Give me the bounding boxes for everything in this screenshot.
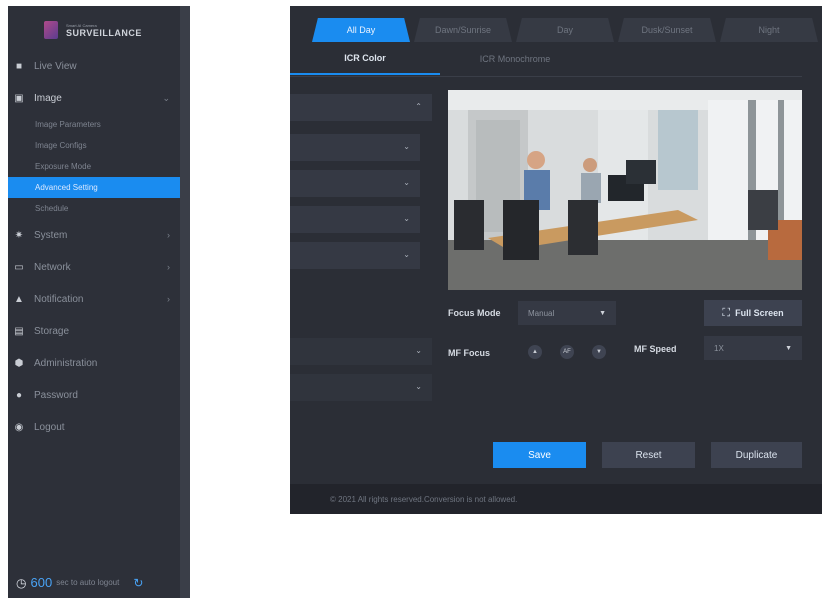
chevron-right-icon: › [167,294,170,304]
sidebar-item-label: Administration [34,357,98,369]
auto-logout-seconds: 600 [30,575,53,590]
duplicate-button[interactable]: Duplicate [711,442,802,468]
chevron-right-icon: › [167,230,170,240]
logo: Smart AI Camera SURVEILLANCE [44,16,164,44]
sidebar: Smart AI Camera SURVEILLANCE ■ Live View… [8,6,190,598]
tab-dawn-sunrise[interactable]: Dawn/Sunrise [414,18,512,42]
image-icon: ▣ [14,92,24,104]
chevron-down-icon: ⌄ [403,142,410,151]
sidebar-subitem-image-configs[interactable]: Image Configs [8,135,180,156]
tab-day[interactable]: Day [516,18,614,42]
office-scene-image [448,90,802,290]
tab-dusk-sunset[interactable]: Dusk/Sunset [618,18,716,42]
expand-icon: ⛶ [722,306,731,319]
subtab-icr-color[interactable]: ICR Color [290,42,440,75]
full-screen-button[interactable]: ⛶ Full Screen [704,300,802,326]
autofocus-button[interactable]: AF [560,345,574,359]
sidebar-item-label: Image [34,92,62,104]
caret-down-icon: ▼ [599,309,606,317]
tab-night[interactable]: Night [720,18,818,42]
storage-icon: ▤ [14,325,24,337]
copyright-text: © 2021 All rights reserved.Conversion is… [330,494,518,504]
logo-mark-icon [44,21,58,39]
sidebar-item-label: Network [34,261,71,273]
save-button[interactable]: Save [493,442,586,468]
focus-far-button[interactable]: ▼ [592,345,606,359]
sidebar-item-image[interactable]: ▣ Image ⌄ [8,82,180,114]
auto-logout-timer: ◷ 600 sec to auto logout ↻ [16,575,143,590]
sidebar-subitem-image-parameters[interactable]: Image Parameters [8,114,180,135]
sidebar-item-network[interactable]: ▭ Network › [8,251,180,283]
chevron-down-icon: ⌄ [415,382,422,391]
timer-icon: ◷ [16,575,27,590]
focus-mode-select[interactable]: Manual ▼ [518,301,616,325]
gear-icon: ✷ [14,229,24,241]
sidebar-subitem-schedule[interactable]: Schedule [8,198,180,219]
refresh-icon[interactable]: ↻ [133,576,143,590]
chevron-down-icon: ⌄ [415,346,422,355]
setting-dropdown-4[interactable]: ⌄ [290,242,420,269]
chevron-down-icon: ⌄ [403,178,410,187]
sidebar-item-label: Notification [34,293,84,305]
shield-icon: ⬢ [14,357,24,369]
main-panel: All Day Dawn/Sunrise Day Dusk/Sunset Nig… [290,6,822,514]
footer: © 2021 All rights reserved.Conversion is… [290,484,822,514]
sidebar-item-administration[interactable]: ⬢ Administration [8,347,180,379]
sidebar-item-label: Logout [34,421,65,433]
subtab-icr-monochrome[interactable]: ICR Monochrome [440,42,590,75]
setting-dropdown-1[interactable]: ⌄ [290,134,420,161]
sidebar-item-notification[interactable]: ▲ Notification › [8,283,180,315]
user-icon: ● [15,389,23,401]
sidebar-item-label: Password [34,389,78,401]
setting-dropdown-2[interactable]: ⌄ [290,170,420,197]
bell-icon: ▲ [14,293,24,305]
sidebar-item-label: Storage [34,325,70,337]
reset-button[interactable]: Reset [602,442,695,468]
sidebar-item-password[interactable]: ● Password [8,379,180,411]
caret-down-icon: ▼ [785,344,792,352]
sidebar-scroll-edge [180,6,190,598]
chevron-up-icon: ⌃ [415,102,422,111]
auto-logout-text: sec to auto logout [56,578,120,587]
mf-speed-value: 1X [714,343,724,353]
chevron-right-icon: › [167,262,170,272]
focus-mode-value: Manual [528,308,555,318]
power-icon: ◉ [14,421,24,433]
setting-row-6[interactable]: ⌄ [290,374,432,401]
setting-dropdown-3[interactable]: ⌄ [290,206,420,233]
sidebar-subitem-advanced-setting[interactable]: Advanced Setting [8,177,180,198]
monitor-icon: ▭ [14,261,24,273]
mf-speed-label: MF Speed [634,344,677,354]
focus-near-button[interactable]: ▲ [528,345,542,359]
mf-focus-label: MF Focus [448,348,490,358]
sidebar-item-system[interactable]: ✷ System › [8,219,180,251]
sidebar-subitem-exposure-mode[interactable]: Exposure Mode [8,156,180,177]
sidebar-item-logout[interactable]: ◉ Logout [8,411,180,443]
chevron-down-icon: ⌄ [403,214,410,223]
sidebar-item-storage[interactable]: ▤ Storage [8,315,180,347]
section-header-collapse[interactable]: ⌃ [290,94,432,121]
sidebar-item-label: Live View [34,60,77,72]
focus-mode-label: Focus Mode [448,308,501,318]
sidebar-item-live-view[interactable]: ■ Live View [8,50,180,82]
sidebar-menu: ■ Live View ▣ Image ⌄ Image Parameters I… [8,50,180,443]
camera-icon: ■ [15,60,23,72]
sidebar-item-label: System [34,229,68,241]
icr-subtabs: ICR Color ICR Monochrome [290,42,802,77]
mf-speed-select[interactable]: 1X ▼ [704,336,802,360]
tab-all-day[interactable]: All Day [312,18,410,42]
setting-row-5[interactable]: ⌄ [290,338,432,365]
chevron-down-icon: ⌄ [162,92,170,103]
logo-title: SURVEILLANCE [66,27,142,38]
full-screen-label: Full Screen [735,308,784,318]
chevron-down-icon: ⌄ [403,250,410,259]
camera-preview [448,90,802,290]
time-tabs: All Day Dawn/Sunrise Day Dusk/Sunset Nig… [312,18,822,42]
